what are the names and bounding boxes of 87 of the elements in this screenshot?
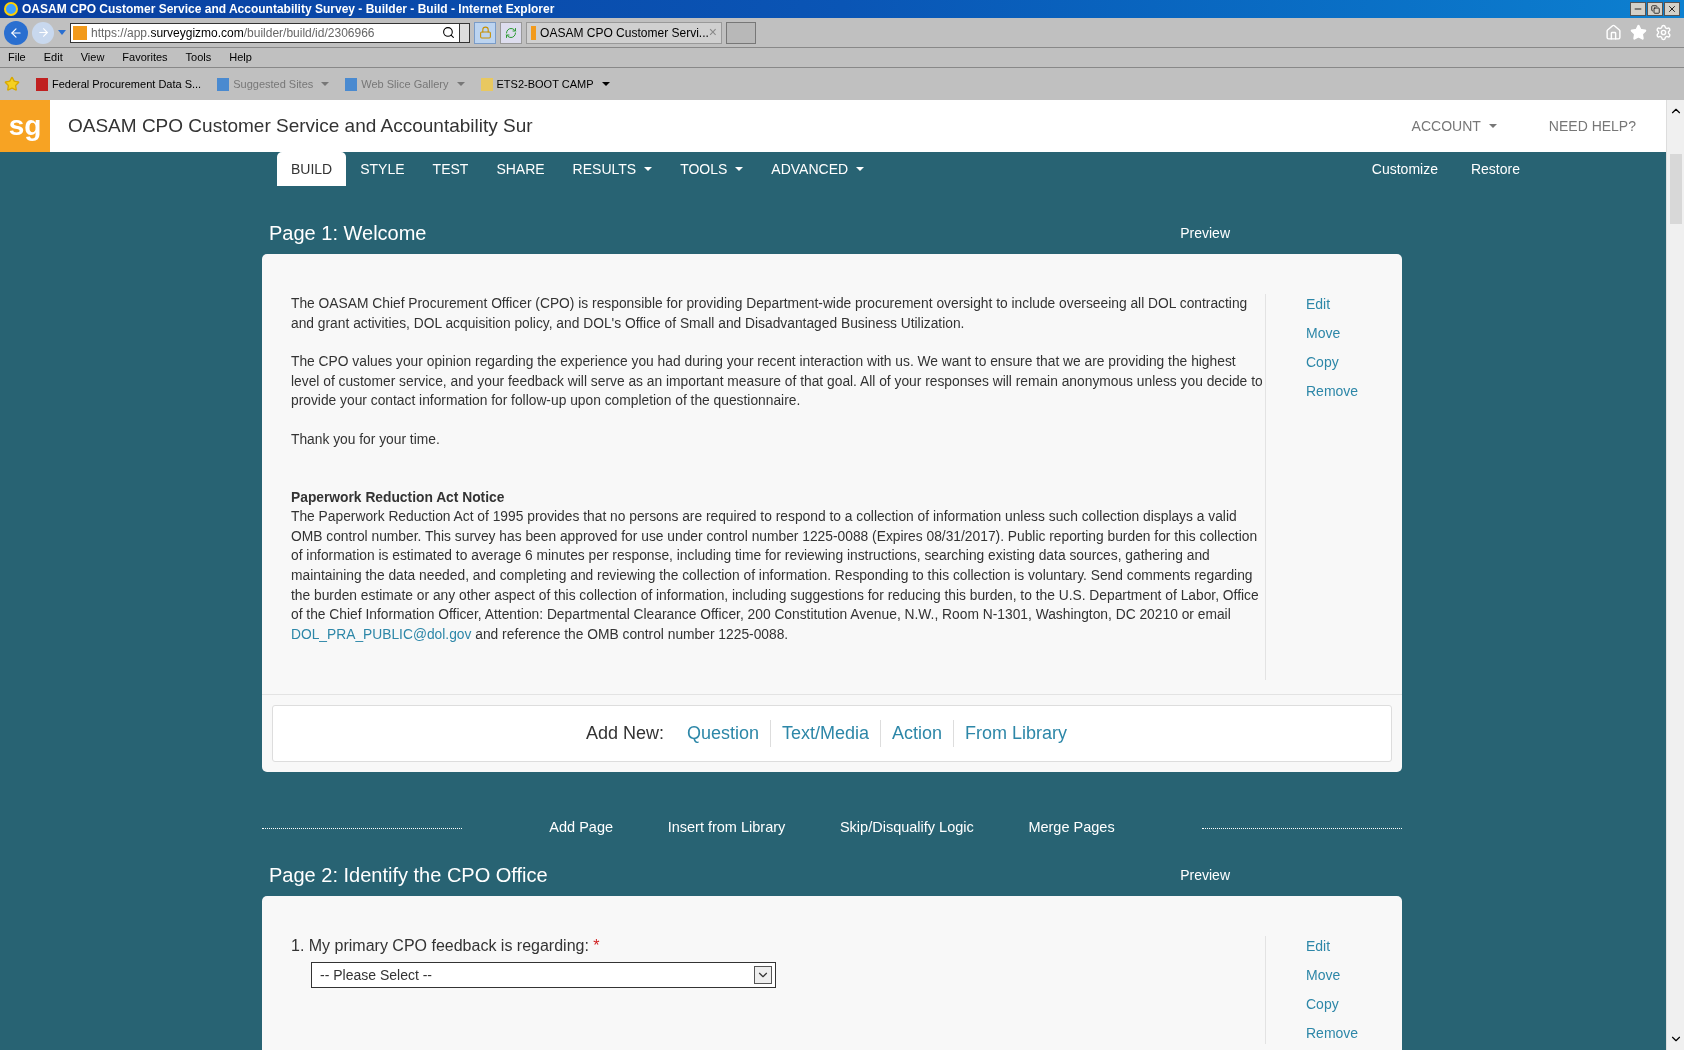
add-new-link[interactable]: Question <box>675 720 770 748</box>
bookmark-icon <box>217 77 230 91</box>
caret-icon <box>644 167 653 171</box>
block-tool-link[interactable]: Move <box>1306 965 1341 987</box>
scrollbar[interactable] <box>1666 100 1684 1050</box>
add-new-link[interactable]: Action <box>880 720 954 748</box>
settings-icon[interactable] <box>1655 24 1672 41</box>
account-menu[interactable]: ACCOUNT <box>1411 115 1497 137</box>
add-new-link[interactable]: From Library <box>953 720 1079 748</box>
email-link[interactable]: DOL_PRA_PUBLIC@dol.gov <box>291 626 472 642</box>
bookmark-link[interactable]: ETS2-BOOT CAMP <box>480 75 610 93</box>
paragraph: The CPO values your opinion regarding the experience you had during your recent interaction with us. We want to ensure that we are providing the highest level of customer service, and your feedback will serve as an important measure of that goal. All of your responses will remain anonymous unless you decide to provide your contact information for follow-up upon completion of the questionnaire. <box>291 353 1263 411</box>
paragraph: The Paperwork Reduction Act of 1995 provides that no persons are required to respond to a collection of information unless such collection displays a valid OMB control number. This survey has been approved for use under control number 1225-0088 (Expires 08/31/2017). Public reporting burden for this collection of information is estimated to average 6 minutes per response, including time for reviewing instructions, searching existing data sources, gathering and maintaining the data needed, and completing and reviewing the collection of information. Responding to this collection is voluntary. Send comments regarding the burden estimate or any other aspect of this collection of information, including suggestions for reducing this burden, to the U.S. Department of Labor, Office of the Chief Information Officer, Attention: Departmental Clearance Officer, 200 Constitution Avenue, N.W., Room N-1301, Washington, DC 20210 or email DOL_PRA_PUBLIC@dol.gov and reference the OMB control number 1225-0088. <box>291 508 1260 644</box>
nav-tab[interactable]: TEST <box>418 152 483 186</box>
block-tool-link[interactable]: Copy <box>1306 994 1339 1016</box>
new-tab-button[interactable] <box>726 21 756 44</box>
nav-tab[interactable]: STYLE <box>346 152 419 186</box>
site-logo-icon <box>531 25 537 40</box>
back-arrow-icon <box>9 25 23 40</box>
page-tool-link[interactable]: Skip/Disqualify Logic <box>839 817 974 840</box>
page-tool-link[interactable]: Add Page <box>549 817 613 840</box>
page-title: Page 2: Identify the CPO Office <box>269 863 548 889</box>
minimize-button[interactable] <box>1630 2 1646 16</box>
add-new-label: Add New: <box>585 722 664 746</box>
menu-item[interactable]: Help <box>229 49 252 66</box>
bookmark-icon <box>36 77 48 91</box>
preview-link[interactable]: Preview <box>1180 222 1230 244</box>
question-text: 1. My primary CPO feedback is regarding: <box>291 937 589 955</box>
back-button[interactable] <box>4 20 28 45</box>
menu-item[interactable]: Favorites <box>122 49 168 66</box>
restore-button[interactable] <box>1647 2 1663 16</box>
preview-link[interactable]: Preview <box>1180 864 1230 886</box>
help-link[interactable]: NEED HELP? <box>1548 115 1636 137</box>
bookmark-link[interactable]: Federal Procurement Data S... <box>36 75 202 93</box>
nav-link[interactable]: Customize <box>1371 158 1438 180</box>
window-title: OASAM CPO Customer Service and Accountability Survey - Builder - Build - Internet Explorer <box>22 1 555 18</box>
page-tool-link[interactable]: Insert from Library <box>667 817 786 840</box>
block-tool-link[interactable]: Remove <box>1306 1023 1359 1045</box>
address-field[interactable]: https://app.surveygizmo.com/builder/build/id/2306966 <box>70 22 470 43</box>
page-title: Page 1: Welcome <box>269 221 427 246</box>
nav-tab[interactable]: TOOLS <box>666 152 758 186</box>
caret-icon <box>601 82 610 86</box>
menu-item[interactable]: Tools <box>185 49 212 66</box>
survey-title: OASAM CPO Customer Service and Accountability Sur <box>68 113 533 138</box>
block-tool-link[interactable]: Move <box>1306 323 1341 344</box>
search-icon <box>442 26 455 39</box>
browser-logo-icon <box>4 2 18 16</box>
refresh-icon[interactable] <box>500 21 522 44</box>
paragraph: Thank you for your time. <box>291 430 441 449</box>
bookmark-icon <box>345 77 358 91</box>
bookmark-icon <box>480 77 493 91</box>
nav-tab[interactable]: SHARE <box>482 152 559 186</box>
block-tool-link[interactable]: Edit <box>1306 936 1331 958</box>
nav-tab[interactable]: RESULTS <box>558 152 667 186</box>
lock-icon <box>474 21 496 44</box>
favorites-icon[interactable] <box>1630 24 1647 41</box>
menu-item[interactable]: View <box>80 49 105 66</box>
url-text: https://app.surveygizmo.com/builder/build/id/2306966 <box>91 24 375 42</box>
forward-button[interactable] <box>32 21 54 44</box>
nav-tab[interactable]: BUILD <box>277 152 347 186</box>
notice-heading: Paperwork Reduction Act Notice <box>291 488 506 507</box>
home-icon[interactable] <box>1605 24 1622 41</box>
favorites-star-icon[interactable] <box>4 76 20 92</box>
caret-icon <box>735 167 744 171</box>
caret-icon <box>1488 124 1497 128</box>
select-field[interactable]: -- Please Select -- <box>311 962 776 989</box>
paragraph: The OASAM Chief Procurement Officer (CPO) is responsible for providing Department-wide procurement oversight to include overseeing all DOL contracting and grant activities, DOL acquisition policy, and DOL's Office of Small and Disadvantaged Business Utilization. <box>291 295 1249 333</box>
menu-item[interactable]: Edit <box>43 49 63 66</box>
caret-icon <box>456 82 465 86</box>
caret-icon <box>856 167 865 171</box>
nav-tab[interactable]: ADVANCED <box>757 152 879 186</box>
block-tool-link[interactable]: Remove <box>1306 381 1359 402</box>
block-tool-link[interactable]: Edit <box>1306 294 1331 315</box>
restore-icon <box>1650 4 1660 14</box>
forward-arrow-icon <box>36 26 50 39</box>
block-tool-link[interactable]: Copy <box>1306 352 1339 373</box>
menu-item[interactable]: File <box>8 49 26 66</box>
site-logo-icon <box>73 25 87 40</box>
page-tool-link[interactable]: Merge Pages <box>1028 817 1115 840</box>
nav-link[interactable]: Restore <box>1470 158 1520 180</box>
scroll-thumb[interactable] <box>1669 154 1682 224</box>
add-new-link[interactable]: Text/Media <box>770 720 881 748</box>
caret-icon <box>321 82 330 86</box>
required-mark: * <box>593 937 600 955</box>
browser-tab[interactable]: OASAM CPO Customer Servi...× <box>526 21 722 44</box>
close-icon <box>1667 4 1677 14</box>
close-button[interactable] <box>1664 2 1680 16</box>
